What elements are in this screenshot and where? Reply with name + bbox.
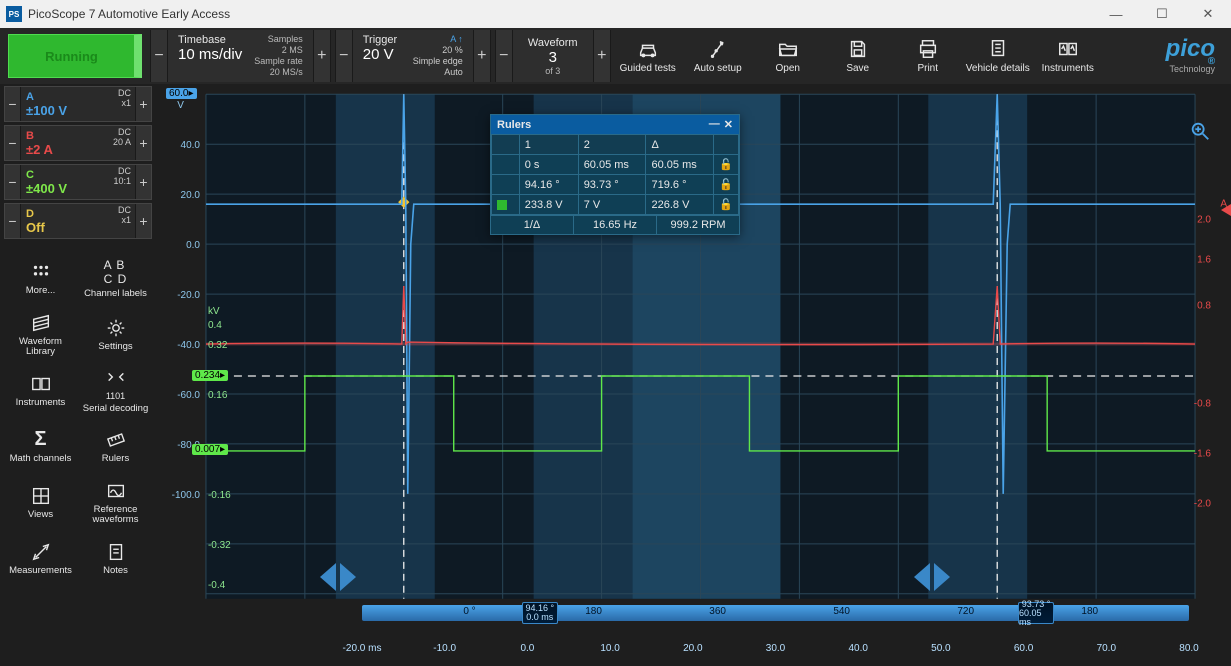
channel-panel: − A ±100 V DCx1 + − B ±2 A DC20 A + − C … [4,86,152,585]
axis-tag-low[interactable]: 0.007▸ [192,444,228,455]
instruments-button[interactable]: Instruments [4,363,77,417]
channel-D: − D Off DCx1 + [4,203,152,239]
svg-text:20.0: 20.0 [181,190,201,201]
axis-tag-top[interactable]: 60.0▸ [166,88,197,99]
waveform-prev[interactable]: − [495,30,513,82]
zoom-button[interactable] [1189,120,1211,147]
timebase-minus[interactable]: − [150,30,168,82]
ch-swatch-icon [497,200,507,210]
rulers-minimize-icon[interactable]: — [709,118,720,131]
trigger-minus[interactable]: − [335,30,353,82]
rulers-panel-header[interactable]: Rulers — ✕ [491,115,739,134]
lock-icon[interactable]: 🔓 [714,175,739,195]
waveform-library-button[interactable]: Waveform Library [4,307,77,361]
minimize-button[interactable]: — [1093,0,1139,28]
svg-text:-60.0: -60.0 [177,390,200,401]
open-button[interactable]: Open [755,30,821,82]
math-channels-button[interactable]: ΣMath channels [4,419,77,473]
trigger-body[interactable]: Trigger 20 V A ↑ 20 % Simple edge Auto [353,30,473,82]
trigger-plus[interactable]: + [473,30,491,82]
waveform-group: − Waveform 3 of 3 + [495,30,611,82]
svg-text:-0.16: -0.16 [208,490,231,501]
auto-setup-button[interactable]: Auto setup [685,30,751,82]
ruler1-handle-right[interactable] [340,563,356,591]
chA-minus[interactable]: − [5,87,21,121]
timebase-plus[interactable]: + [313,30,331,82]
waveform-next[interactable]: + [593,30,611,82]
rulers-close-icon[interactable]: ✕ [724,118,733,131]
svg-text:-20.0: -20.0 [177,290,200,301]
channel-B: − B ±2 A DC20 A + [4,125,152,161]
svg-text:-0.32: -0.32 [208,540,231,551]
serial-decoding-button[interactable]: 1101Serial decoding [79,363,152,417]
waveform-body[interactable]: Waveform 3 of 3 [513,30,593,82]
chB-body[interactable]: B ±2 A DC20 A [21,126,135,160]
ruler1-marker[interactable]: 94.16 °0.0 ms [522,602,558,624]
side-tool-grid: More... A BC DChannel labels Waveform Li… [4,251,152,585]
timebase-group: − Timebase 10 ms/div Samples 2 MS Sample… [150,30,331,82]
y-axis-A: V 40.0 20.0 0.0 -20.0 -40.0 -60.0 -80.0 … [172,100,201,501]
channel-labels-button[interactable]: A BC DChannel labels [79,251,152,305]
measurements-button[interactable]: Measurements [4,531,77,585]
rotation-bar[interactable]: 0 ° 180 360 540 720 180 94.16 °0.0 ms 93… [362,605,1189,621]
pico-logo: pico® Technology [1152,30,1229,82]
more-button[interactable]: More... [4,251,77,305]
chB-plus[interactable]: + [135,126,151,160]
lock-icon[interactable]: 🔓 [714,195,739,215]
svg-text:40.0: 40.0 [181,140,201,151]
ruler2-handle-right[interactable] [934,563,950,591]
rulers-table: 12Δ 0 s60.05 ms60.05 ms🔓 94.16 °93.73 °7… [491,134,739,215]
rulers-panel[interactable]: Rulers — ✕ 12Δ 0 s60.05 ms60.05 ms🔓 94.1… [490,114,740,235]
svg-text:-40.0: -40.0 [177,340,200,351]
svg-text:0.4: 0.4 [208,320,222,331]
notes-button[interactable]: Notes [79,531,152,585]
chB-axis-arrow-icon [1221,204,1231,216]
ruler2-handle-left[interactable] [914,563,930,591]
svg-text:0.0: 0.0 [186,240,200,251]
window-title: PicoScope 7 Automotive Early Access [28,7,230,21]
chC-plus[interactable]: + [135,165,151,199]
top-toolbar: Running − Timebase 10 ms/div Samples 2 M… [0,28,1231,84]
svg-text:-100.0: -100.0 [172,490,201,501]
svg-text:kV: kV [208,306,220,317]
svg-text:0.32: 0.32 [208,340,228,351]
reference-waveforms-button[interactable]: Reference waveforms [79,475,152,529]
svg-text:V: V [177,100,184,111]
chD-body[interactable]: D Off DCx1 [21,204,135,238]
channel-A: − A ±100 V DCx1 + [4,86,152,122]
ruler1-handle-left[interactable] [320,563,336,591]
ruler2-marker[interactable]: 93.73 °60.05 ms [1018,602,1054,624]
svg-text:-0.4: -0.4 [208,580,226,591]
channel-C: − C ±400 V DC10:1 + [4,164,152,200]
instruments-top-button[interactable]: Instruments [1035,30,1101,82]
chC-body[interactable]: C ±400 V DC10:1 [21,165,135,199]
lock-icon[interactable]: 🔓 [714,155,739,175]
chD-minus[interactable]: − [5,204,21,238]
axis-tag-mid[interactable]: 0.234▸ [192,370,228,381]
chD-plus[interactable]: + [135,204,151,238]
views-button[interactable]: Views [4,475,77,529]
run-stop-button[interactable]: Running [8,34,142,78]
settings-button[interactable]: Settings [79,307,152,361]
chA-plus[interactable]: + [135,87,151,121]
chB-minus[interactable]: − [5,126,21,160]
rulers-button[interactable]: Rulers [79,419,152,473]
save-button[interactable]: Save [825,30,891,82]
close-button[interactable]: ✕ [1185,0,1231,28]
chC-minus[interactable]: − [5,165,21,199]
timebase-body[interactable]: Timebase 10 ms/div Samples 2 MS Sample r… [168,30,313,82]
trigger-group: − Trigger 20 V A ↑ 20 % Simple edge Auto… [335,30,491,82]
vehicle-details-button[interactable]: Vehicle details [965,30,1031,82]
app-logo-icon: PS [6,6,22,22]
titlebar: PS PicoScope 7 Automotive Early Access —… [0,0,1231,28]
chA-body[interactable]: A ±100 V DCx1 [21,87,135,121]
guided-tests-button[interactable]: Guided tests [615,30,681,82]
svg-text:0.16: 0.16 [208,390,228,401]
print-button[interactable]: Print [895,30,961,82]
maximize-button[interactable]: ☐ [1139,0,1185,28]
